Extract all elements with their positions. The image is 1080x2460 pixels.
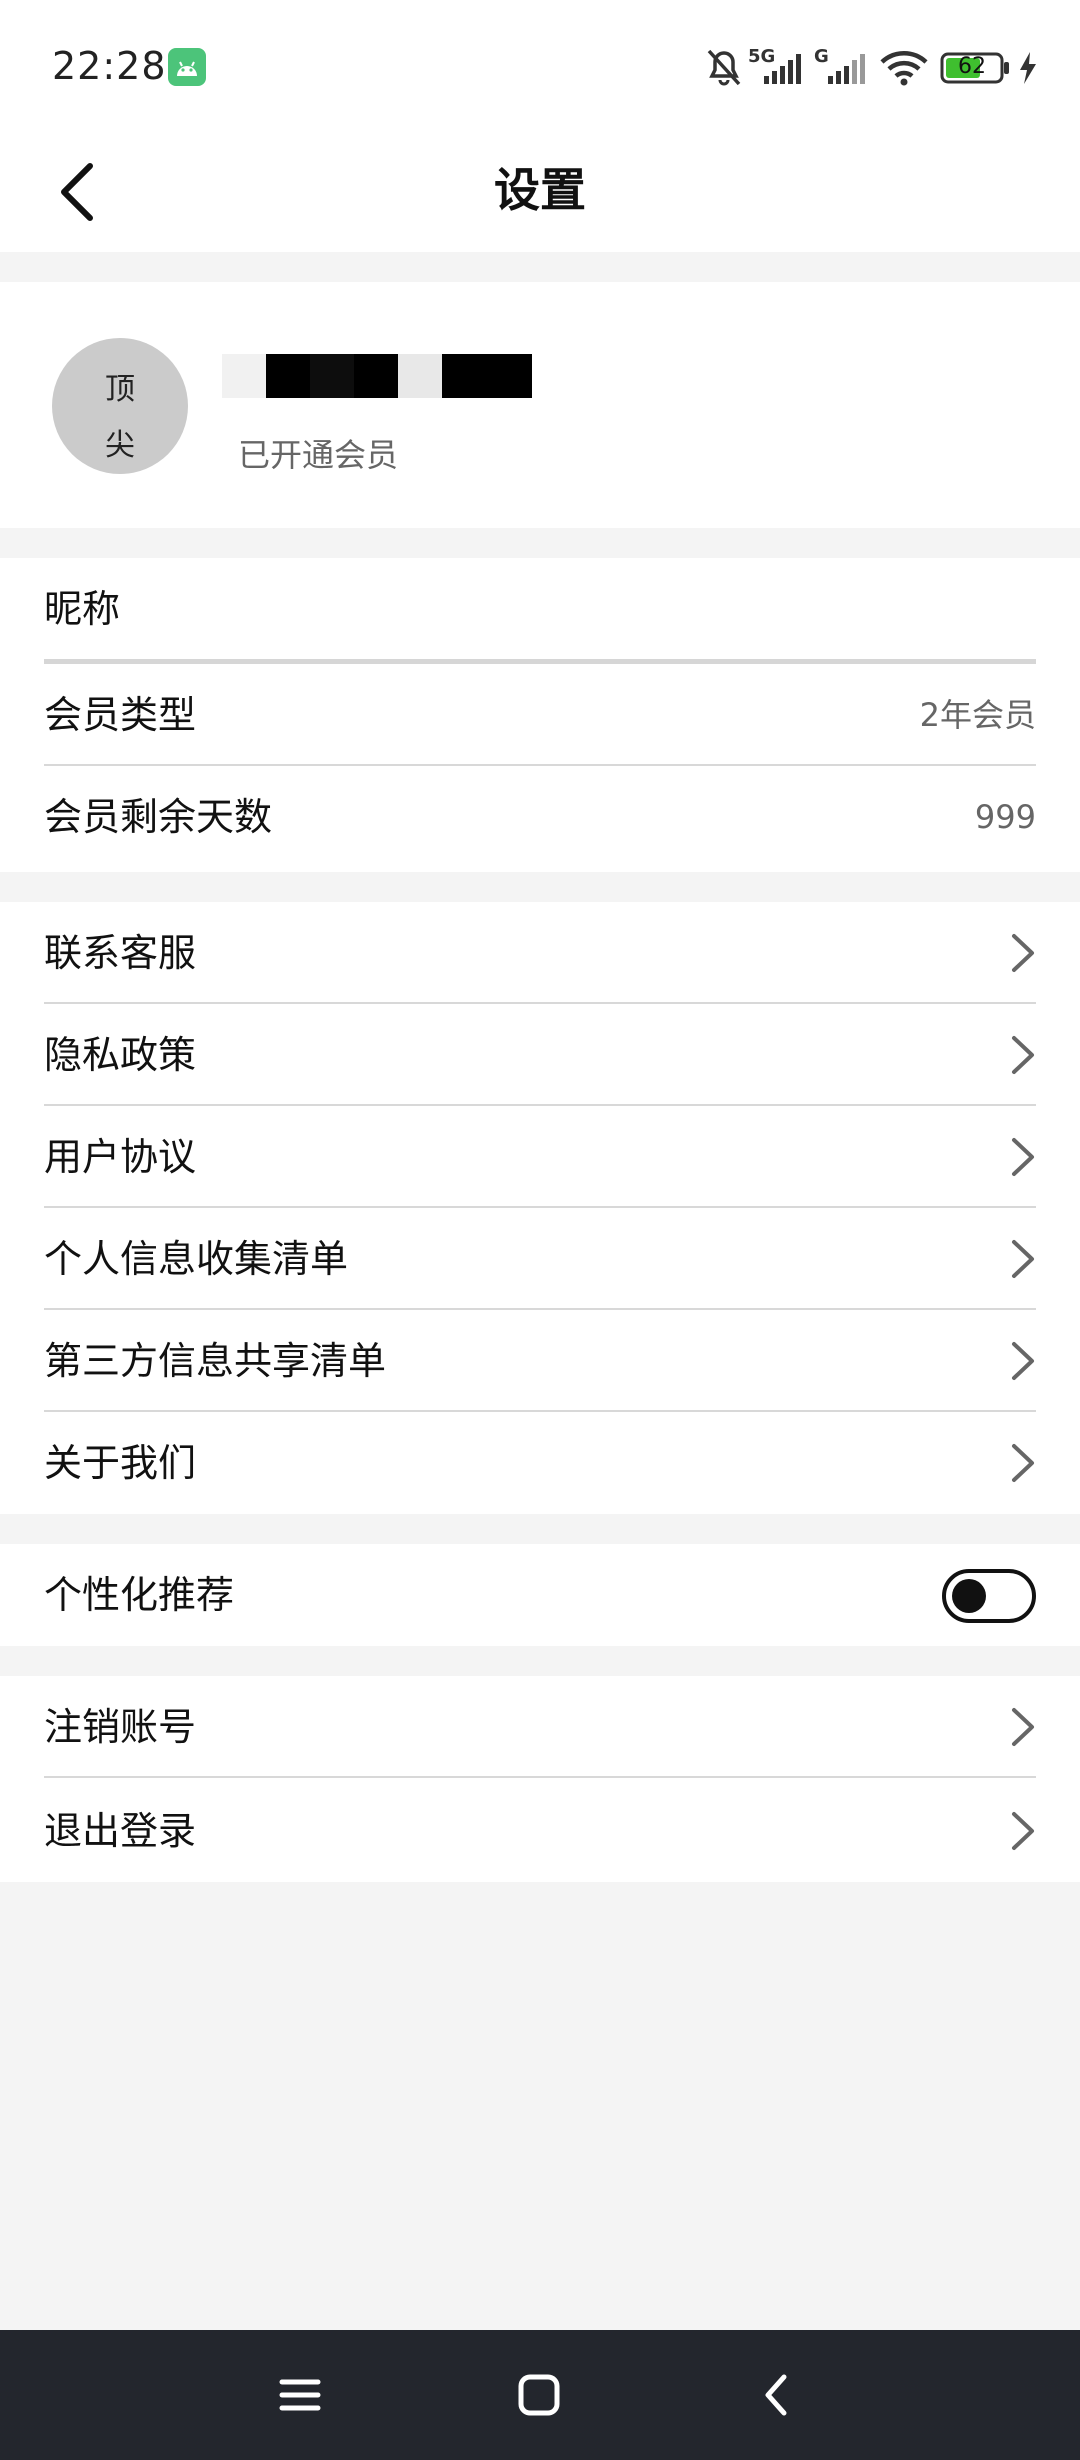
masked-username <box>222 354 532 398</box>
avatar-char: 尖 <box>105 428 135 463</box>
row-label: 隐私政策 <box>44 1033 197 1077</box>
nav-back-button[interactable] <box>748 2365 808 2425</box>
privacy-policy-row[interactable]: 隐私政策 <box>44 1004 1036 1106</box>
toggle-knob <box>952 1579 986 1613</box>
delete-account-row[interactable]: 注销账号 <box>44 1676 1036 1778</box>
home-button[interactable] <box>509 2365 569 2425</box>
personal-info-list-row[interactable]: 个人信息收集清单 <box>44 1208 1036 1310</box>
chevron-right-icon <box>1012 1444 1034 1482</box>
mute-bell-icon <box>704 46 744 92</box>
row-label: 关于我们 <box>44 1441 197 1485</box>
row-value: 999 <box>974 798 1036 836</box>
account-info-section: 昵称 会员类型 2年会员 会员剩余天数 999 <box>0 558 1080 872</box>
links-section: 联系客服 隐私政策 用户协议 个人信息收集清单 第三方信息共享清单 关于我们 <box>0 902 1080 1514</box>
logout-row[interactable]: 退出登录 <box>44 1780 1036 1882</box>
personalized-recommendation-row: 个性化推荐 <box>44 1544 1036 1646</box>
status-bar: 22:28 5G G 62 <box>0 0 1080 132</box>
avatar[interactable]: 顶 尖 <box>52 338 188 474</box>
home-square-icon <box>518 2374 560 2416</box>
row-value: 2年会员 <box>919 696 1036 734</box>
row-label: 联系客服 <box>44 931 197 975</box>
chevron-right-icon <box>1012 1240 1034 1278</box>
third-party-sharing-row[interactable]: 第三方信息共享清单 <box>44 1310 1036 1412</box>
row-label: 昵称 <box>44 587 121 631</box>
header: 设置 <box>0 132 1080 252</box>
back-triangle-icon <box>765 2374 787 2416</box>
chevron-right-icon <box>1012 1342 1034 1380</box>
avatar-char: 顶 <box>105 372 135 407</box>
chevron-right-icon <box>1012 934 1034 972</box>
member-status: 已开通会员 <box>238 436 399 474</box>
page-title: 设置 <box>494 163 586 217</box>
personalized-recommendation-toggle[interactable] <box>942 1569 1036 1623</box>
row-label: 用户协议 <box>44 1135 197 1179</box>
row-label: 注销账号 <box>44 1705 197 1749</box>
membership-days-row: 会员剩余天数 999 <box>44 766 1036 868</box>
status-time: 22:28 <box>52 44 167 88</box>
about-us-row[interactable]: 关于我们 <box>44 1412 1036 1514</box>
chevron-right-icon <box>1012 1812 1034 1850</box>
row-label: 会员类型 <box>44 693 197 737</box>
signal-icon <box>764 54 808 88</box>
android-icon <box>168 48 206 86</box>
battery-level: 62 <box>958 54 986 79</box>
menu-icon <box>279 2379 321 2411</box>
signal-icon <box>828 54 872 88</box>
membership-type-row: 会员类型 2年会员 <box>44 664 1036 766</box>
row-label: 第三方信息共享清单 <box>44 1339 387 1383</box>
row-label: 退出登录 <box>44 1809 197 1853</box>
charging-icon <box>1018 52 1038 88</box>
personalization-section: 个性化推荐 <box>0 1544 1080 1646</box>
nickname-row[interactable]: 昵称 <box>44 558 1036 664</box>
divider <box>44 1776 1036 1778</box>
row-label: 会员剩余天数 <box>44 795 273 839</box>
row-label: 个人信息收集清单 <box>44 1237 349 1281</box>
network-type-g: G <box>814 46 829 67</box>
chevron-right-icon <box>1012 1036 1034 1074</box>
profile-card: 顶 尖 已开通会员 <box>0 282 1080 528</box>
system-nav-bar <box>0 2330 1080 2460</box>
chevron-right-icon <box>1012 1138 1034 1176</box>
wifi-icon <box>880 50 928 90</box>
contact-support-row[interactable]: 联系客服 <box>44 902 1036 1004</box>
menu-button[interactable] <box>270 2365 330 2425</box>
account-actions-section: 注销账号 退出登录 <box>0 1676 1080 1882</box>
row-label: 个性化推荐 <box>44 1573 235 1617</box>
chevron-right-icon <box>1012 1708 1034 1746</box>
user-agreement-row[interactable]: 用户协议 <box>44 1106 1036 1208</box>
